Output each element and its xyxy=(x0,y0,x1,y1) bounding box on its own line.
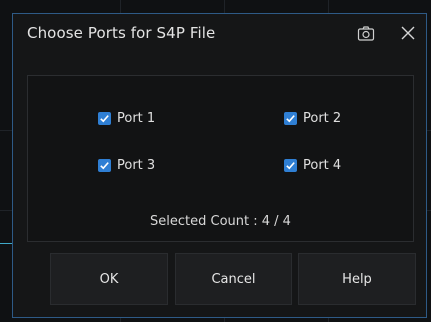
ports-panel: Port 1 Port 2 Port 3 Port 4 Selected Cou… xyxy=(27,75,414,242)
port-4-label: Port 4 xyxy=(303,158,342,173)
port-1-checkbox[interactable]: Port 1 xyxy=(98,111,155,126)
selected-count: Selected Count : 4 / 4 xyxy=(150,214,291,229)
camera-icon[interactable] xyxy=(357,25,375,43)
dialog-title-bar: Choose Ports for S4P File xyxy=(13,14,426,56)
dialog-button-row: OK Cancel Help xyxy=(35,253,418,309)
checkmark-icon xyxy=(284,159,297,172)
close-icon[interactable] xyxy=(399,24,417,42)
checkmark-icon xyxy=(284,112,297,125)
choose-ports-dialog: Choose Ports for S4P File Port 1 Port 2 … xyxy=(12,13,427,318)
cancel-button[interactable]: Cancel xyxy=(175,253,292,305)
checkmark-icon xyxy=(98,159,111,172)
help-button[interactable]: Help xyxy=(298,253,416,305)
ok-button[interactable]: OK xyxy=(50,253,168,305)
port-4-checkbox[interactable]: Port 4 xyxy=(284,158,341,173)
port-1-label: Port 1 xyxy=(117,111,156,126)
dialog-title: Choose Ports for S4P File xyxy=(27,24,216,42)
port-3-checkbox[interactable]: Port 3 xyxy=(98,158,155,173)
port-2-label: Port 2 xyxy=(303,111,342,126)
port-2-checkbox[interactable]: Port 2 xyxy=(284,111,341,126)
checkmark-icon xyxy=(98,112,111,125)
port-3-label: Port 3 xyxy=(117,158,156,173)
